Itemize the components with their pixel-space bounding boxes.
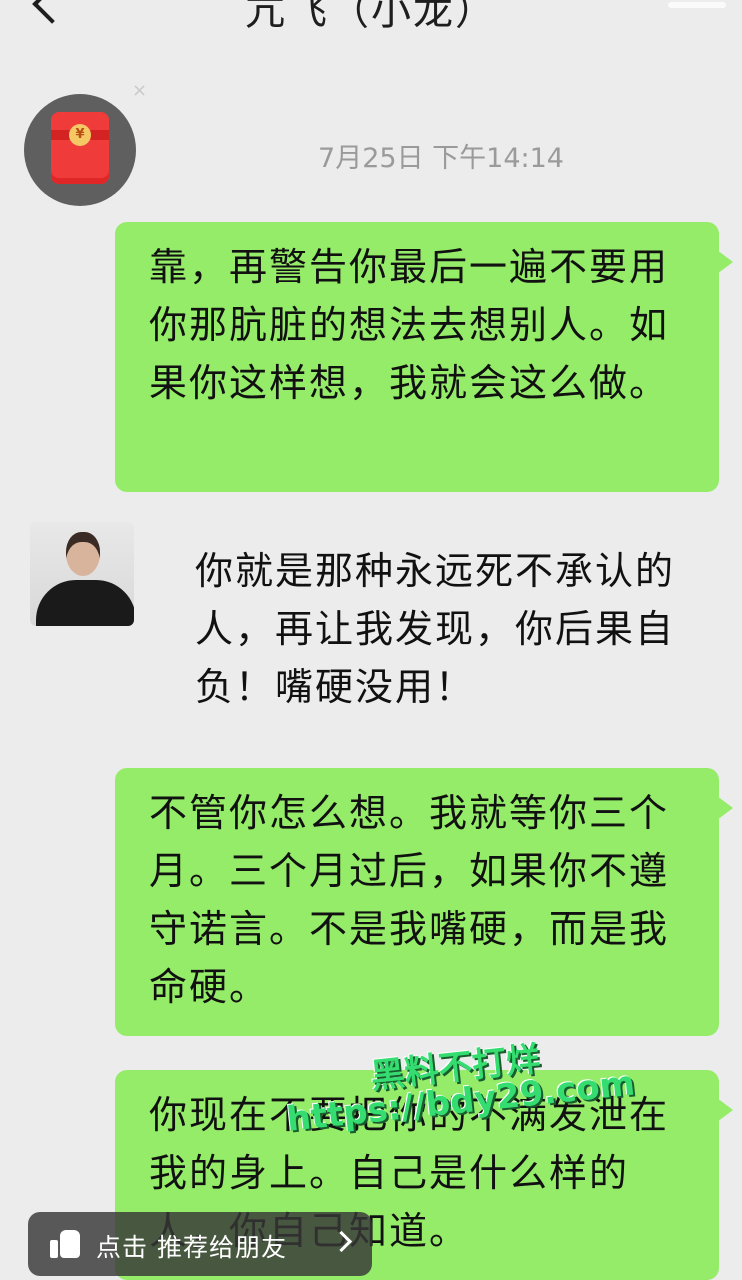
status-indicator <box>668 2 726 8</box>
message-text: 不管你怎么想。我就等你三个月。三个月过后，如果你不遵守诺言。不是我嘴硬，而是我命… <box>149 791 670 1009</box>
chat-header: 亢飞（小龙） <box>0 0 742 52</box>
bubble-tail <box>717 796 733 820</box>
thumbs-up-icon <box>50 1230 80 1258</box>
contact-avatar[interactable] <box>30 522 134 626</box>
close-icon[interactable]: × <box>132 80 147 101</box>
bubble-tail <box>717 1098 733 1122</box>
thumb-cuff <box>50 1240 58 1258</box>
incoming-message-text[interactable]: 你就是那种永远死不承认的人，再让我发现，你后果自负！嘴硬没用！ <box>195 542 735 716</box>
chevron-right-icon <box>330 1230 353 1253</box>
avatar-head <box>66 532 100 576</box>
outgoing-message-bubble[interactable]: 靠，再警告你最后一遍不要用你那肮脏的想法去想别人。如果你这样想，我就会这么做。 <box>115 222 733 492</box>
avatar-body <box>36 580 134 626</box>
share-label: 点击 推荐给朋友 <box>96 1233 287 1262</box>
outgoing-message-bubble[interactable]: 不管你怎么想。我就等你三个月。三个月过后，如果你不遵守诺言。不是我嘴硬，而是我命… <box>115 768 733 1036</box>
chat-title: 亢飞（小龙） <box>245 0 497 34</box>
bubble-tail <box>717 250 733 274</box>
message-timestamp: 7月25日 下午14:14 <box>318 143 564 174</box>
thumb-hand <box>60 1230 80 1258</box>
message-text: 靠，再警告你最后一遍不要用你那肮脏的想法去想别人。如果你这样想，我就会这么做。 <box>149 245 670 405</box>
recommend-to-friend-button[interactable]: 点击 推荐给朋友 <box>28 1212 372 1276</box>
